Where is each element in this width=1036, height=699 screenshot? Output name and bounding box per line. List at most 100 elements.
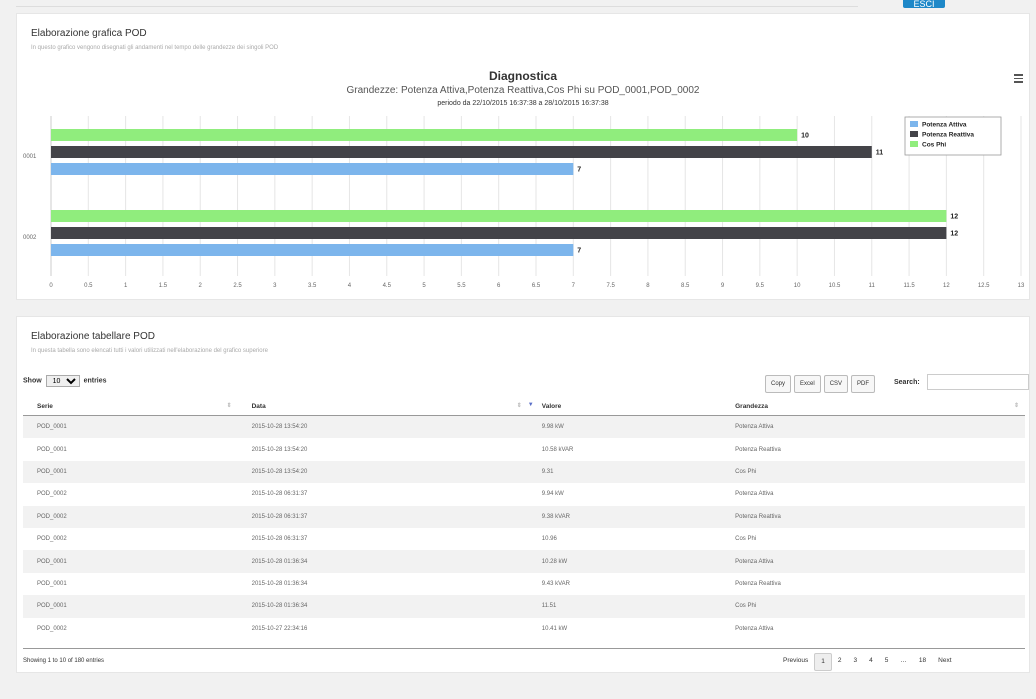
x-tick-label: 4 [348, 283, 352, 289]
pagination-page[interactable]: 4 [863, 653, 879, 669]
x-tick-label: 2.5 [233, 283, 242, 289]
x-tick-label: 11.5 [903, 283, 915, 289]
table-cell-serie: POD_0001 [23, 550, 238, 573]
pagination-page[interactable]: 2 [832, 653, 848, 669]
show-label: Show [23, 377, 42, 385]
table-row: POD_0001 2015-10-28 01:36:34 9.43 kVAR Pote… [23, 573, 1025, 595]
column-header-serie[interactable]: Serie ⇕ [23, 397, 238, 416]
bar [51, 227, 947, 239]
table-cell-valore: 9.38 kVAR [527, 505, 722, 528]
x-tick-label: 6.5 [532, 283, 541, 289]
table-cell-serie: POD_0001 [23, 460, 238, 484]
table-row: POD_0001 2015-10-28 01:36:34 10.28 kW Poten… [23, 550, 1025, 573]
x-tick-label: 4.5 [383, 283, 392, 289]
table-cell-grandezza: Potenza Attiva [735, 625, 774, 632]
table-cell-data: 2015-10-28 06:31:37 [251, 536, 308, 543]
data-table: Serie ⇕ Data ⇕ Valore ▼ Grandezza ⇕ POD_0001 201… [23, 397, 1025, 640]
x-tick-label: 12 [943, 283, 950, 289]
chart-subtitle: Grandezze: Potenza Attiva,Potenza Reatti… [347, 85, 700, 96]
table-cell-serie: POD_0001 [23, 595, 238, 618]
x-tick-label: 5 [422, 283, 426, 289]
table-cell-data: 2015-10-28 06:31:37 [251, 491, 308, 498]
table-row: POD_0001 2015-10-28 13:54:20 9.31 Cos Phi [23, 460, 1025, 484]
entries-select[interactable]: 10 [45, 375, 80, 387]
x-tick-label: 6 [497, 283, 501, 289]
x-tick-label: 13 [1018, 283, 1025, 289]
category-label: 0002 [23, 235, 37, 241]
table-cell-grandezza: Potenza Reattiva [721, 505, 1025, 528]
bar [51, 163, 574, 175]
pagination-next[interactable]: Next [932, 653, 957, 669]
x-tick-label: 10 [794, 283, 801, 289]
column-header-label: Data [251, 402, 266, 410]
excel-button[interactable]: Excel [794, 375, 821, 393]
copy-button[interactable]: Copy [765, 375, 792, 393]
table-bottom-divider [23, 648, 1025, 649]
pagination-page[interactable]: 3 [848, 653, 864, 669]
x-tick-label: 9 [721, 283, 725, 289]
legend-item: Cos Phi [922, 142, 946, 149]
table-cell-grandezza: Potenza Reattiva [735, 446, 781, 453]
table-cell-grandezza: Cos Phi [721, 460, 1025, 484]
table-cell-data: 2015-10-28 01:36:34 [237, 595, 528, 618]
chart-title: Diagnostica [489, 69, 557, 83]
search-input[interactable] [927, 374, 1029, 390]
pagination-previous[interactable]: Previous [777, 653, 814, 669]
x-tick-label: 3.5 [308, 283, 317, 289]
table-info: Showing 1 to 10 of 180 entries [23, 658, 105, 664]
exit-button[interactable]: ESCI [903, 0, 945, 8]
table-cell-serie: POD_0001 [37, 446, 67, 453]
legend-swatch [910, 121, 918, 127]
table-cell-valore: 10.41 kW [541, 625, 568, 632]
table-cell-grandezza: Cos Phi [721, 595, 1025, 618]
table-cell-valore: 9.31 [527, 460, 722, 484]
category-label: 0001 [23, 154, 37, 160]
table-cell-serie: POD_0001 [37, 580, 67, 587]
csv-button[interactable]: CSV [823, 375, 849, 393]
table-cell-grandezza: Cos Phi [735, 536, 757, 543]
table-cell-data: 2015-10-28 06:31:37 [237, 505, 528, 528]
top-bar: ESCI [0, 0, 1036, 12]
sort-icon: ⇕ [1013, 403, 1019, 409]
column-header-grandezza[interactable]: Grandezza ⇕ [721, 397, 1025, 416]
pagination-page[interactable]: 1 [814, 653, 832, 671]
x-tick-label: 0 [49, 283, 53, 289]
bar [51, 129, 798, 141]
pagination-ellipsis: … [900, 657, 907, 664]
table-cell-serie: POD_0002 [37, 491, 67, 498]
table-cell-valore: 11.51 [527, 595, 722, 618]
pdf-button[interactable]: PDF [851, 375, 876, 393]
entries-control: Show 10 entries [23, 375, 107, 387]
table-cell-valore: 9.94 kW [541, 491, 564, 498]
table-cell-serie: POD_0002 [23, 505, 238, 528]
x-tick-label: 8.5 [681, 283, 690, 289]
x-tick-label: 8 [646, 283, 650, 289]
x-tick-label: 5.5 [457, 283, 466, 289]
x-tick-label: 12.5 [978, 283, 990, 289]
pagination-page[interactable]: 18 [913, 653, 932, 669]
table-cell-grandezza: Potenza Reattiva [735, 580, 781, 587]
x-tick-label: 10.5 [829, 283, 841, 289]
column-header-valore[interactable]: Valore ▼ [527, 397, 722, 416]
pagination-page[interactable]: 5 [879, 653, 895, 669]
table-panel-subtitle: In questa tabella sono elencati tutti i … [31, 348, 268, 354]
table-row: POD_0002 2015-10-28 06:31:37 9.94 kW Potenz… [23, 483, 1025, 505]
table-cell-valore: 10.58 kVAR [541, 446, 574, 453]
column-header-data[interactable]: Data ⇕ [237, 397, 528, 416]
table-cell-valore: 10.28 kW [527, 550, 722, 573]
sort-icon: ⇕ [226, 403, 232, 409]
table-cell-serie: POD_0002 [37, 536, 67, 543]
pagination: Previous 1 2 3 4 5 … 18 Next [777, 653, 958, 671]
column-header-label: Valore [541, 402, 562, 410]
legend-swatch [910, 141, 918, 147]
table-row: POD_0002 2015-10-27 22:34:16 10.41 kW Poten… [23, 618, 1025, 640]
x-tick-label: 7 [572, 283, 576, 289]
table-row: POD_0002 2015-10-28 06:31:37 10.96 Cos Phi [23, 528, 1025, 550]
table-row: POD_0001 2015-10-28 13:54:20 9.98 kW Potenz… [23, 415, 1025, 439]
x-tick-label: 11 [869, 283, 876, 289]
sort-desc-icon: ▼ [527, 402, 534, 408]
table-cell-serie: POD_0002 [37, 625, 67, 632]
table-cell-valore: 9.43 kVAR [541, 580, 571, 587]
table-cell-data: 2015-10-28 13:54:20 [237, 460, 528, 484]
data-label: 7 [577, 167, 581, 174]
